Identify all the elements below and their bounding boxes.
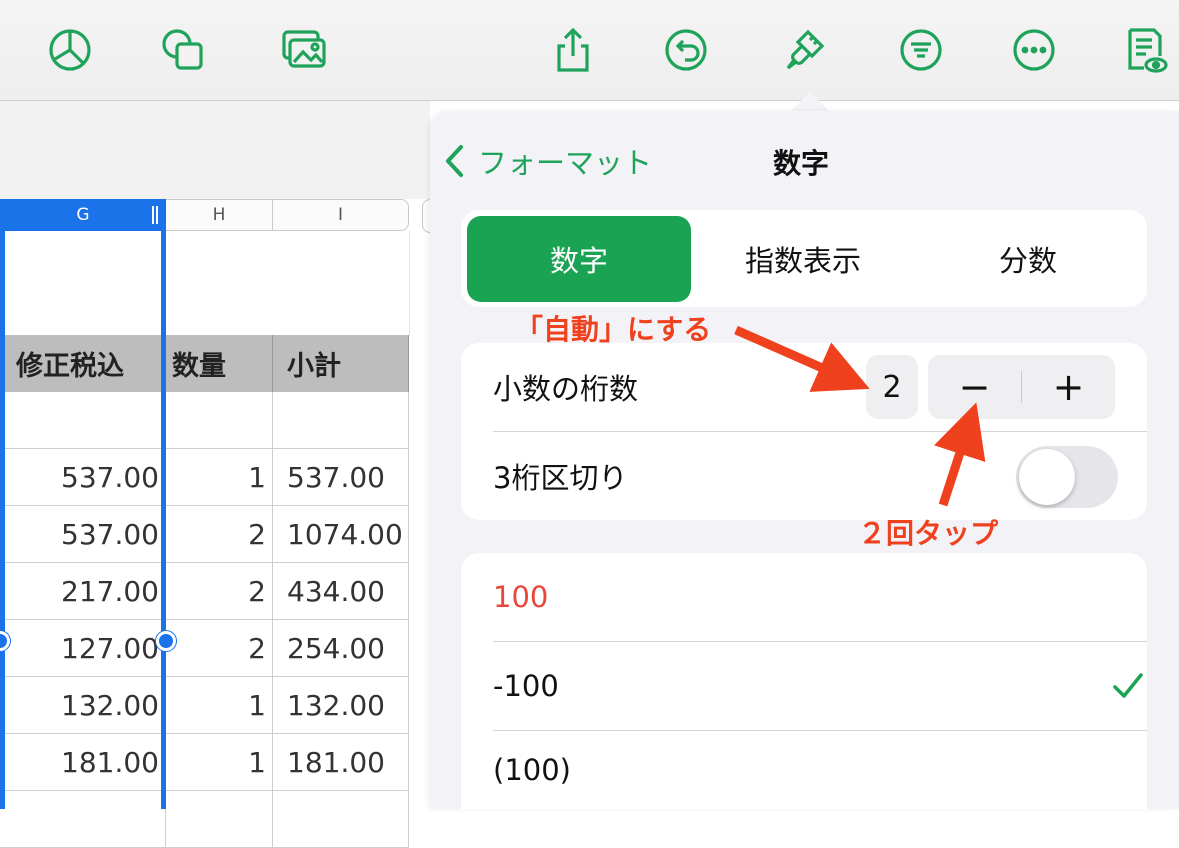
cell-i[interactable]: 1074.00 xyxy=(273,506,409,563)
column-header-i[interactable]: I xyxy=(273,199,409,231)
sheet-blank-area xyxy=(0,231,410,335)
cell-h[interactable]: 1 xyxy=(166,734,273,791)
column-header-h[interactable]: H xyxy=(166,199,273,231)
toggle-knob xyxy=(1019,449,1075,505)
cell-h[interactable]: 1 xyxy=(166,449,273,506)
cell-g[interactable] xyxy=(0,791,166,848)
thousands-separator-toggle[interactable] xyxy=(1016,446,1118,508)
negative-format-group: 100 -100 (100) xyxy=(461,553,1147,809)
cell-g[interactable]: 132.00 xyxy=(0,677,166,734)
header-cell-g[interactable]: 修正税込 xyxy=(0,335,166,392)
annotation-tap-twice: ２回タップ xyxy=(858,517,999,550)
chart-icon[interactable] xyxy=(44,24,96,76)
chevron-left-icon xyxy=(446,145,463,177)
column-label: I xyxy=(337,205,343,225)
cell-h[interactable] xyxy=(166,791,273,848)
number-format-segmented-control: 数字 指数表示 分数 xyxy=(461,210,1147,307)
cell-g[interactable]: 181.00 xyxy=(0,734,166,791)
more-icon[interactable] xyxy=(1008,24,1060,76)
format-option-parentheses[interactable]: (100) xyxy=(461,731,1179,809)
filter-icon[interactable] xyxy=(895,24,947,76)
cell-h[interactable]: 1 xyxy=(166,677,273,734)
sheet-top-area xyxy=(0,101,430,199)
format-brush-icon[interactable] xyxy=(778,24,830,76)
cell-g[interactable]: 537.00 xyxy=(0,506,166,563)
segment-fraction[interactable]: 分数 xyxy=(915,216,1141,302)
column-header-g[interactable]: G xyxy=(0,199,166,231)
cell-i[interactable] xyxy=(273,392,409,449)
popover-title: 数字 xyxy=(773,147,830,180)
cell-i[interactable] xyxy=(273,791,409,848)
cell-i[interactable]: 434.00 xyxy=(273,563,409,620)
segment-scientific[interactable]: 指数表示 xyxy=(691,216,915,302)
undo-icon[interactable] xyxy=(660,24,712,76)
header-cell-h[interactable]: 数量 xyxy=(166,335,273,392)
shape-icon[interactable] xyxy=(157,24,209,76)
cell-h[interactable]: 2 xyxy=(166,563,273,620)
toolbar xyxy=(0,0,1179,101)
header-cell-i[interactable]: 小計 xyxy=(273,335,409,392)
increment-button[interactable]: + xyxy=(1022,355,1115,419)
cell-i[interactable]: 254.00 xyxy=(273,620,409,677)
back-button[interactable]: フォーマット xyxy=(444,140,652,182)
popover-arrow xyxy=(790,92,830,112)
selection-handle[interactable] xyxy=(156,631,176,651)
format-option-minus[interactable]: -100 xyxy=(461,642,1179,730)
format-option-label: (100) xyxy=(493,753,571,787)
thousands-separator-label: 3桁区切り xyxy=(493,461,628,495)
cell-i[interactable]: 537.00 xyxy=(273,449,409,506)
document-view-icon[interactable] xyxy=(1118,24,1170,76)
cell-i[interactable]: 132.00 xyxy=(273,677,409,734)
cell-g[interactable]: 127.00 xyxy=(0,620,166,677)
cell-h[interactable]: 2 xyxy=(166,506,273,563)
format-option-label: 100 xyxy=(493,580,549,614)
back-label: フォーマット xyxy=(478,146,653,180)
column-resize-grip-icon[interactable] xyxy=(152,206,158,224)
format-option-red[interactable]: 100 xyxy=(461,553,1179,641)
decrement-button[interactable]: − xyxy=(928,355,1021,419)
cell-i[interactable]: 181.00 xyxy=(273,734,409,791)
column-label: H xyxy=(212,205,226,225)
selection-right-edge xyxy=(161,199,166,809)
cell-h[interactable]: 2 xyxy=(166,620,273,677)
checkmark-icon xyxy=(1113,673,1143,698)
decimal-places-value[interactable]: 2 xyxy=(866,355,918,419)
annotation-auto: 「自動」にする xyxy=(515,313,712,346)
decimal-places-label: 小数の桁数 xyxy=(493,372,639,406)
format-option-label: -100 xyxy=(493,669,559,703)
cell-g[interactable]: 217.00 xyxy=(0,563,166,620)
selection-left-edge xyxy=(0,199,5,809)
decimal-places-stepper: − + xyxy=(928,355,1115,419)
cell-h[interactable] xyxy=(166,392,273,449)
column-label: G xyxy=(76,205,90,225)
media-icon[interactable] xyxy=(278,24,330,76)
cell-g[interactable]: 537.00 xyxy=(0,449,166,506)
segment-number[interactable]: 数字 xyxy=(467,216,691,302)
cell-g[interactable] xyxy=(0,392,166,449)
share-icon[interactable] xyxy=(547,24,599,76)
